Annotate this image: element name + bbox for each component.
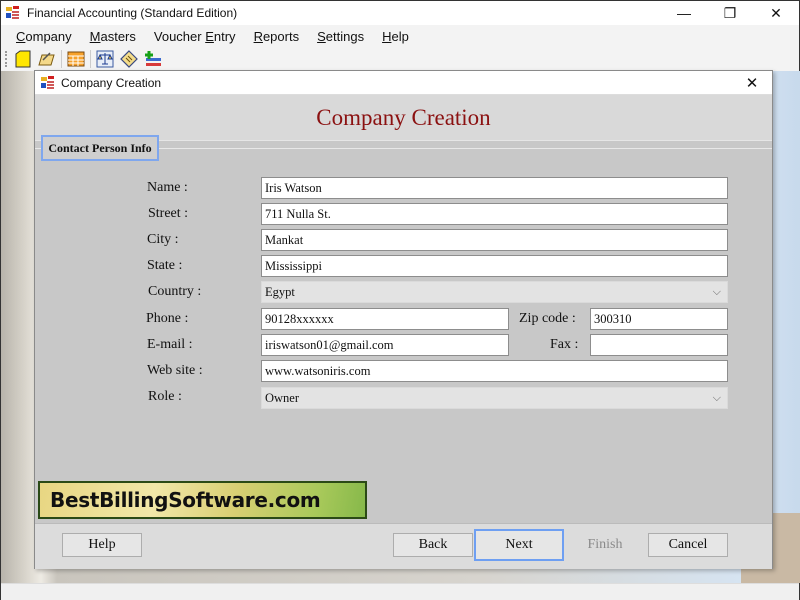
menu-settings-label: ettings [325,28,365,44]
company-creation-dialog: Company Creation ✕ Company Creation Cont… [34,70,773,569]
app-title: Financial Accounting (Standard Edition) [27,6,238,20]
help-button[interactable]: Help [62,533,142,557]
dialog-heading: Company Creation [316,104,491,130]
menu-voucher-label-pre: Voucher [153,28,206,44]
next-button[interactable]: Next [474,529,564,561]
zip-code-input[interactable]: 300310 [590,308,728,330]
menu-company-accel: C [16,28,26,44]
menu-reports-accel: R [253,28,263,44]
toolbar-grip[interactable] [5,51,8,67]
tab-contact-person-info[interactable]: Contact Person Info [41,135,159,161]
role-value: Owner [265,390,300,405]
name-label: Name : [147,180,188,195]
chevron-down-icon[interactable]: ⌵ [713,391,721,405]
email-input[interactable]: iriswatson01@gmail.com [261,334,509,356]
menu-company-label: ompany [25,28,72,44]
title-bar: Financial Accounting (Standard Edition) … [1,1,799,25]
ledger-book-icon[interactable] [119,49,139,69]
email-label: E-mail : [147,337,193,352]
city-input[interactable]: Mankat [261,229,728,251]
balance-scale-icon[interactable] [95,49,115,69]
minimize-button[interactable]: — [661,1,707,25]
name-input[interactable]: Iris Watson [261,177,728,199]
app-logo-icon [5,5,21,21]
toolbar [1,47,799,71]
dialog-logo-icon [40,75,56,91]
menu-masters[interactable]: Masters [81,29,145,44]
website-input[interactable]: www.watsoniris.com [261,360,728,382]
back-button[interactable]: Back [393,533,473,557]
state-label: State : [147,258,183,273]
menu-masters-label: asters [100,28,136,44]
menu-voucher-entry[interactable]: Voucher Entry [145,29,245,44]
phone-input[interactable]: 90128xxxxxx [261,308,509,330]
phone-label: Phone : [146,311,189,326]
dialog-title-bar: Company Creation ✕ [35,71,772,95]
role-label: Role : [148,389,182,404]
zip-code-label: Zip code : [519,311,576,326]
cancel-button[interactable]: Cancel [648,533,728,557]
menu-help[interactable]: Help [373,29,418,44]
city-label: City : [147,232,179,247]
menu-help-label: elp [391,28,409,44]
website-label: Web site : [147,363,203,378]
open-folder-icon[interactable] [37,49,57,69]
promo-banner: BestBillingSoftware.com [38,481,367,519]
menu-company[interactable]: Company [7,29,81,44]
street-input[interactable]: 711 Nulla St. [261,203,728,225]
close-button[interactable]: ✕ [753,1,799,25]
add-list-icon[interactable] [143,49,163,69]
fax-label: Fax : [550,337,579,352]
menu-bar: Company Masters Voucher Entry Reports Se… [1,25,799,47]
menu-voucher-label: ntry [213,28,236,44]
role-select[interactable]: Owner ⌵ [261,387,728,409]
country-label: Country : [148,284,202,299]
menu-reports[interactable]: Reports [245,29,309,44]
menu-settings-accel: S [317,28,326,44]
menu-settings[interactable]: Settings [308,29,373,44]
toolbar-separator [61,50,62,68]
menu-voucher-accel: E [205,28,214,44]
restore-button[interactable]: ❐ [707,1,753,25]
street-label: Street : [148,206,189,221]
new-document-icon[interactable] [13,49,33,69]
chevron-down-icon[interactable]: ⌵ [713,285,721,299]
fax-input[interactable] [590,334,728,356]
state-input[interactable]: Mississippi [261,255,728,277]
country-value: Egypt [265,284,295,299]
table-grid-icon[interactable] [66,49,86,69]
menu-reports-label: eports [262,28,300,44]
country-select[interactable]: Egypt ⌵ [261,281,728,303]
app-window: Financial Accounting (Standard Edition) … [0,0,800,600]
dialog-footer: Help Back Next Finish Cancel [35,523,772,569]
status-bar [1,583,799,600]
dialog-title: Company Creation [61,75,162,90]
menu-masters-accel: M [89,28,101,44]
toolbar-separator [90,50,91,68]
dialog-close-button[interactable]: ✕ [732,71,772,95]
finish-button[interactable]: Finish [565,533,645,557]
